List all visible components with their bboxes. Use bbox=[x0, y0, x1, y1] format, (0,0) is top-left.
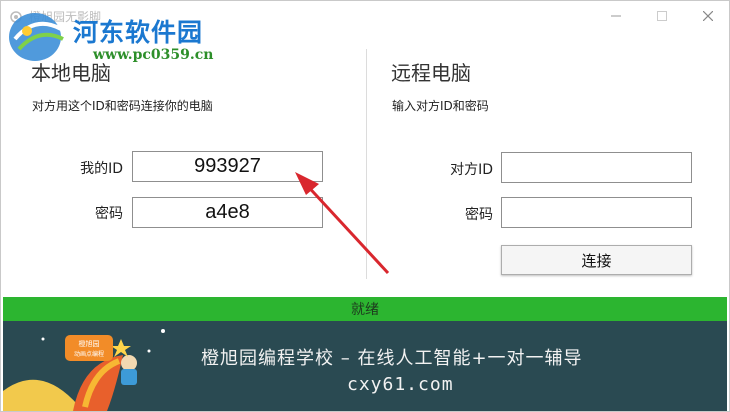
local-panel-title: 本地电脑 bbox=[31, 61, 111, 85]
remote-panel-description: 输入对方ID和密码 bbox=[392, 99, 489, 113]
connect-button[interactable]: 连接 bbox=[501, 245, 692, 275]
panel-divider bbox=[366, 49, 367, 279]
banner-headline: 橙旭园编程学校 – 在线人工智能+一对一辅导 bbox=[201, 348, 583, 369]
partner-password-label: 密码 bbox=[465, 207, 493, 223]
my-password-label: 密码 bbox=[95, 206, 123, 222]
my-id-field[interactable]: 993927 bbox=[132, 151, 323, 182]
minimize-icon bbox=[611, 15, 621, 17]
minimize-button[interactable] bbox=[593, 1, 639, 31]
badge-line2: 动画点编程 bbox=[74, 350, 104, 358]
ad-banner[interactable]: 橙旭园 动画点编程 橙旭园编程学校 – 在线人工智能+一对一辅导 cxy61.c… bbox=[3, 321, 727, 411]
partner-id-input[interactable] bbox=[501, 152, 692, 183]
my-id-label: 我的ID bbox=[80, 161, 123, 177]
banner-badge: 橙旭园 动画点编程 bbox=[65, 335, 113, 361]
rocket-mascot-illustration: 橙旭园 动画点编程 bbox=[3, 329, 165, 411]
status-bar: 就绪 bbox=[3, 297, 727, 321]
close-icon bbox=[703, 11, 713, 21]
status-text: 就绪 bbox=[351, 302, 379, 318]
partner-password-input[interactable] bbox=[501, 197, 692, 228]
watermark-url: www.pc0359.cn bbox=[93, 47, 214, 63]
app-window: 橙旭园无影脚 河东软件园 www.pc0359.cn 本地电脑 对方用这个ID和… bbox=[0, 0, 730, 412]
maximize-button[interactable] bbox=[639, 1, 685, 31]
maximize-icon bbox=[657, 11, 667, 21]
watermark-name: 河东软件园 bbox=[73, 18, 204, 47]
badge-line1: 橙旭园 bbox=[79, 339, 100, 348]
banner-url: cxy61.com bbox=[347, 374, 454, 395]
partner-id-label: 对方ID bbox=[450, 162, 493, 178]
local-panel-description: 对方用这个ID和密码连接你的电脑 bbox=[32, 99, 213, 113]
my-password-field[interactable]: a4e8 bbox=[132, 197, 323, 228]
remote-panel-title: 远程电脑 bbox=[391, 61, 471, 85]
close-button[interactable] bbox=[685, 1, 729, 31]
